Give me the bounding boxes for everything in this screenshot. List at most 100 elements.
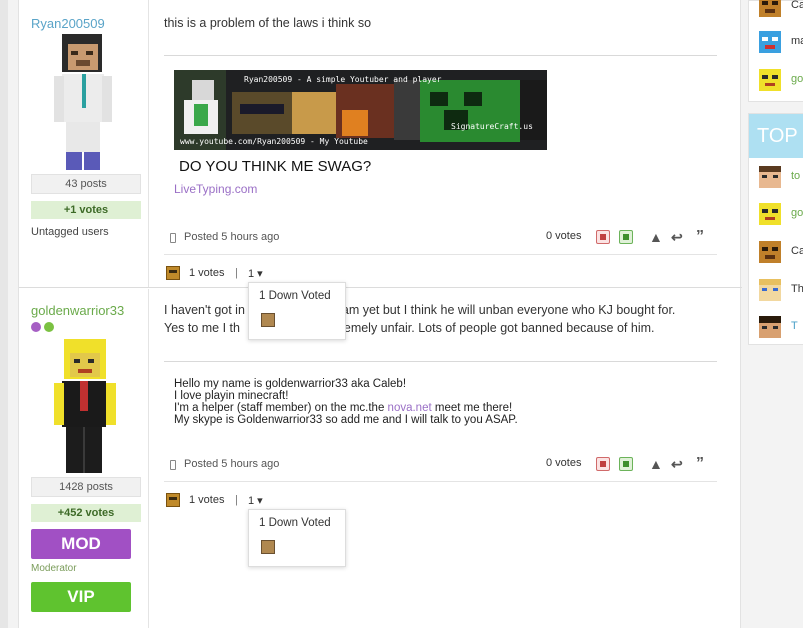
post-body-text: this is a problem of the laws i think so xyxy=(164,16,372,30)
right-sidebar: Ca ma go TOP F to go Ca Th T xyxy=(748,0,803,345)
vip-badge-button[interactable]: VIP xyxy=(31,582,131,612)
author-name-link[interactable]: goldenwarrior33 xyxy=(31,303,124,318)
signature-headline: DO YOU THINK ME SWAG? xyxy=(179,158,372,175)
sidebar-user-name: to xyxy=(791,170,801,182)
sidebar-top-posters: TOP F to go Ca Th T xyxy=(748,113,803,345)
sidebar-user-item[interactable]: T xyxy=(759,316,803,338)
author-user-group: Untagged users xyxy=(31,226,109,238)
post-score: 0 votes xyxy=(546,457,582,469)
sidebar-user-item[interactable]: go xyxy=(759,69,803,91)
sidebar-user-item[interactable]: Th xyxy=(759,279,803,301)
post-body-text: I haven't got in ham yet but I think he w… xyxy=(164,301,704,337)
user-avatar xyxy=(759,316,781,338)
moderator-badge-button[interactable]: MOD xyxy=(31,529,131,559)
user-avatar xyxy=(759,203,781,225)
sidebar-user-list: Ca ma go xyxy=(748,0,803,102)
voters-separator: | xyxy=(235,267,238,279)
banner-youtube-text: www.youtube.com/Ryan200509 - My Youtube xyxy=(180,137,368,146)
quote-icon[interactable]: ” xyxy=(696,455,704,473)
author-post-count: 1428 posts xyxy=(31,477,141,497)
downvoters-popup: 1 Down Voted xyxy=(248,509,346,567)
sidebar-user-name: Ca xyxy=(791,245,803,257)
signature-banner-image: Ryan200509 - A simple Youtuber and playe… xyxy=(174,70,547,150)
sidebar-user-name: Th xyxy=(791,283,803,295)
author-avatar xyxy=(54,34,114,175)
reply-arrow-icon[interactable]: ↩ xyxy=(671,456,683,473)
user-avatar xyxy=(759,166,781,188)
clock-icon xyxy=(170,460,176,470)
signature-line-part: I'm a helper (staff member) on the mc.th… xyxy=(174,402,388,414)
post-score: 0 votes xyxy=(546,230,582,242)
signature-line: My skype is Goldenwarrior33 so add me an… xyxy=(174,414,518,426)
signature: Ryan200509 - A simple Youtuber and playe… xyxy=(164,55,717,214)
report-warning-icon[interactable]: ▲ xyxy=(649,229,663,245)
meta-divider xyxy=(164,254,717,255)
vote-down-button[interactable] xyxy=(596,230,610,244)
minecraft-skin-avatar xyxy=(54,34,112,170)
vote-down-button[interactable] xyxy=(596,457,610,471)
user-avatar xyxy=(759,279,781,301)
post-text-line1-end: ham yet but I think he will unban everyo… xyxy=(334,303,676,317)
thread-container: Ryan200509 43 posts +1 votes Untagged us… xyxy=(18,0,742,628)
moderator-badge-dot xyxy=(31,322,41,332)
post: goldenwarrior33 1428 posts +452 votes MO… xyxy=(19,289,742,628)
voters-count: 1 votes xyxy=(189,494,225,506)
post-text-line1-start: I haven't got in xyxy=(164,303,245,317)
sidebar-user-name: go xyxy=(791,73,803,85)
nova-net-link[interactable]: nova.net xyxy=(388,402,432,414)
voter-avatar-icon[interactable] xyxy=(261,313,275,327)
banner-brand-text: SignatureCraft.us xyxy=(451,122,533,131)
sidebar-user-item[interactable]: ma xyxy=(759,31,803,53)
voter-avatar-icon[interactable] xyxy=(261,540,275,554)
reply-arrow-icon[interactable]: ↩ xyxy=(671,229,683,246)
vote-up-button[interactable] xyxy=(619,457,633,471)
voter-avatar-icon xyxy=(166,493,180,507)
user-avatar xyxy=(759,241,781,263)
sidebar-user-item[interactable]: go xyxy=(759,203,803,225)
user-avatar xyxy=(759,31,781,53)
banner-title-text: Ryan200509 - A simple Youtuber and playe… xyxy=(244,75,442,84)
author-vote-count: +1 votes xyxy=(31,201,141,219)
sidebar-user-item[interactable]: Ca xyxy=(759,0,803,17)
post-text-line2-start: Yes to me I th xyxy=(164,321,240,335)
minecraft-skin-avatar xyxy=(54,339,116,473)
voters-separator: | xyxy=(235,494,238,506)
author-avatar xyxy=(54,339,116,478)
popup-label: 1 Down Voted xyxy=(259,517,331,529)
post-meta-bar: Posted 5 hours ago 0 votes ▲ ↩ ” xyxy=(164,455,717,477)
popup-label: 1 Down Voted xyxy=(259,290,331,302)
signature-line: I love playin minecraft! xyxy=(174,390,289,402)
post-meta-bar: Posted 5 hours ago 0 votes ▲ ↩ ” xyxy=(164,228,717,250)
left-gutter xyxy=(0,0,8,628)
downvoters-popup: 1 Down Voted xyxy=(248,282,346,340)
post-timestamp: Posted 5 hours ago xyxy=(184,231,280,243)
report-warning-icon[interactable]: ▲ xyxy=(649,456,663,472)
user-avatar xyxy=(759,69,781,91)
voters-count: 1 votes xyxy=(189,267,225,279)
downvoters-dropdown[interactable]: 1 ▾ xyxy=(248,494,263,507)
voter-avatar-icon xyxy=(166,266,180,280)
author-badges xyxy=(31,321,57,335)
author-name-link[interactable]: Ryan200509 xyxy=(31,16,105,31)
vote-up-button[interactable] xyxy=(619,230,633,244)
signature-text: Hello my name is goldenwarrior33 aka Cal… xyxy=(174,378,518,426)
sidebar-user-name: go xyxy=(791,207,803,219)
vip-badge-dot xyxy=(44,322,54,332)
sidebar-top-title: TOP F xyxy=(749,114,803,158)
sidebar-user-item[interactable]: to xyxy=(759,166,803,188)
signature: Hello my name is goldenwarrior33 aka Cal… xyxy=(164,361,717,440)
author-post-count: 43 posts xyxy=(31,174,141,194)
post-author-panel: goldenwarrior33 1428 posts +452 votes MO… xyxy=(19,289,149,628)
sidebar-user-name: Ca xyxy=(791,0,803,11)
signature-line: I'm a helper (staff member) on the mc.th… xyxy=(174,402,518,414)
downvoters-dropdown[interactable]: 1 ▾ xyxy=(248,267,263,280)
signature-link[interactable]: LiveTyping.com xyxy=(174,182,257,196)
meta-divider xyxy=(164,481,717,482)
user-avatar xyxy=(759,0,781,17)
quote-icon[interactable]: ” xyxy=(696,228,704,246)
post: Ryan200509 43 posts +1 votes Untagged us… xyxy=(19,0,742,288)
author-vote-count: +452 votes xyxy=(31,504,141,522)
sidebar-user-item[interactable]: Ca xyxy=(759,241,803,263)
author-role-label: Moderator xyxy=(31,563,77,574)
post-timestamp: Posted 5 hours ago xyxy=(184,458,280,470)
